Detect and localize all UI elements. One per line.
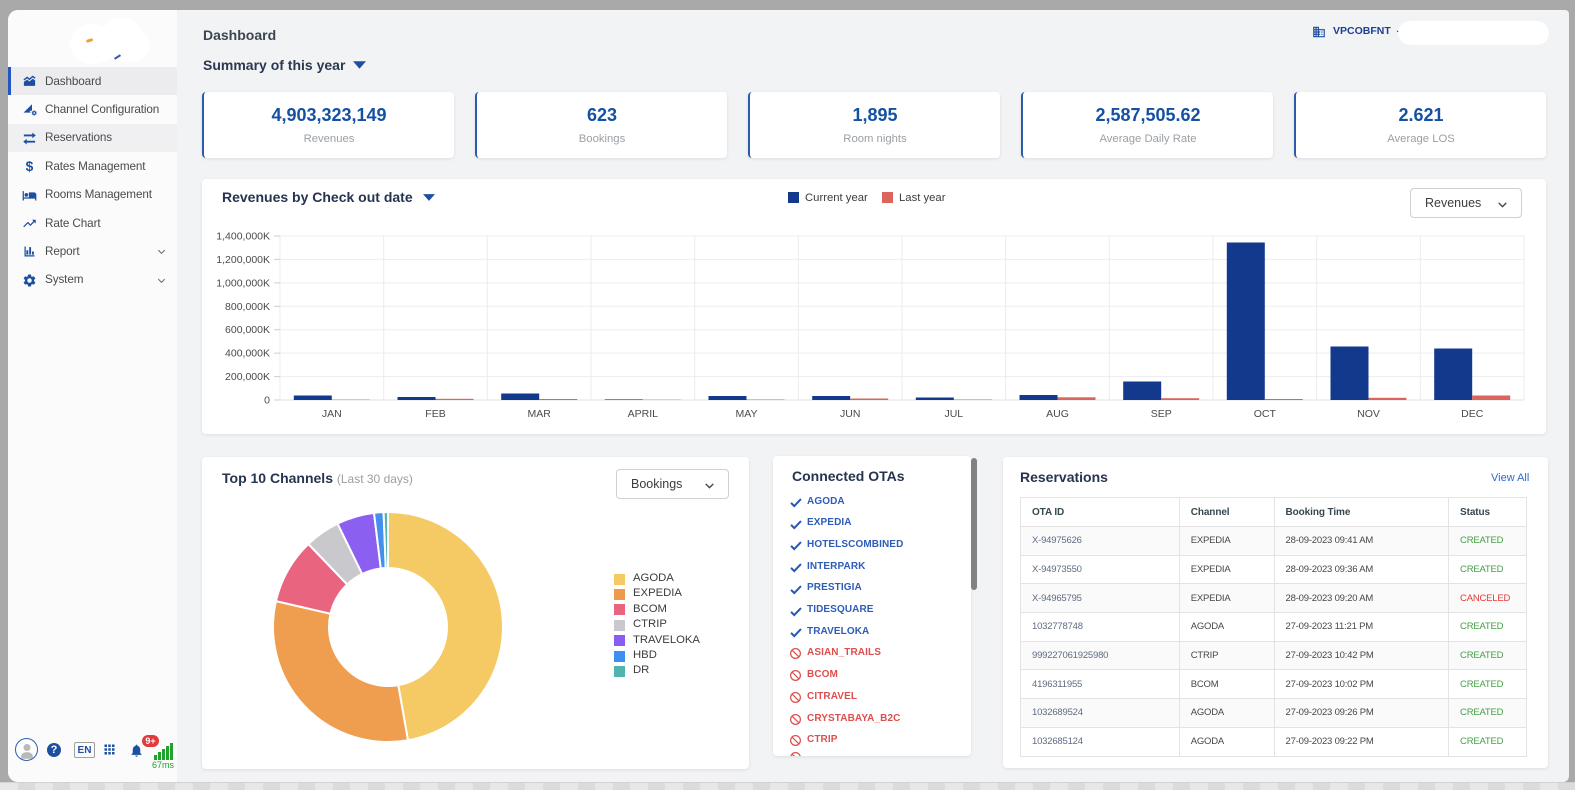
svg-text:FEB: FEB (425, 408, 445, 420)
svg-text:MAY: MAY (736, 408, 758, 420)
svg-text:0: 0 (264, 395, 270, 407)
svg-text:1,000,000K: 1,000,000K (216, 277, 270, 289)
svg-text:AUG: AUG (1046, 408, 1069, 420)
svg-text:800,000K: 800,000K (225, 301, 270, 313)
svg-text:1,200,000K: 1,200,000K (216, 254, 270, 266)
svg-text:NOV: NOV (1357, 408, 1380, 420)
svg-text:1,400,000K: 1,400,000K (216, 231, 270, 243)
svg-text:600,000K: 600,000K (225, 324, 270, 336)
svg-text:OCT: OCT (1254, 408, 1277, 420)
svg-text:200,000K: 200,000K (225, 371, 270, 383)
svg-text:400,000K: 400,000K (225, 348, 270, 360)
svg-text:DEC: DEC (1461, 408, 1484, 420)
svg-text:MAR: MAR (528, 408, 552, 420)
svg-text:JUL: JUL (944, 408, 963, 420)
svg-text:$: $ (26, 159, 34, 174)
svg-text:JUN: JUN (840, 408, 860, 420)
svg-text:SEP: SEP (1151, 408, 1172, 420)
svg-text:APRIL: APRIL (628, 408, 659, 420)
svg-text:JAN: JAN (322, 408, 342, 420)
